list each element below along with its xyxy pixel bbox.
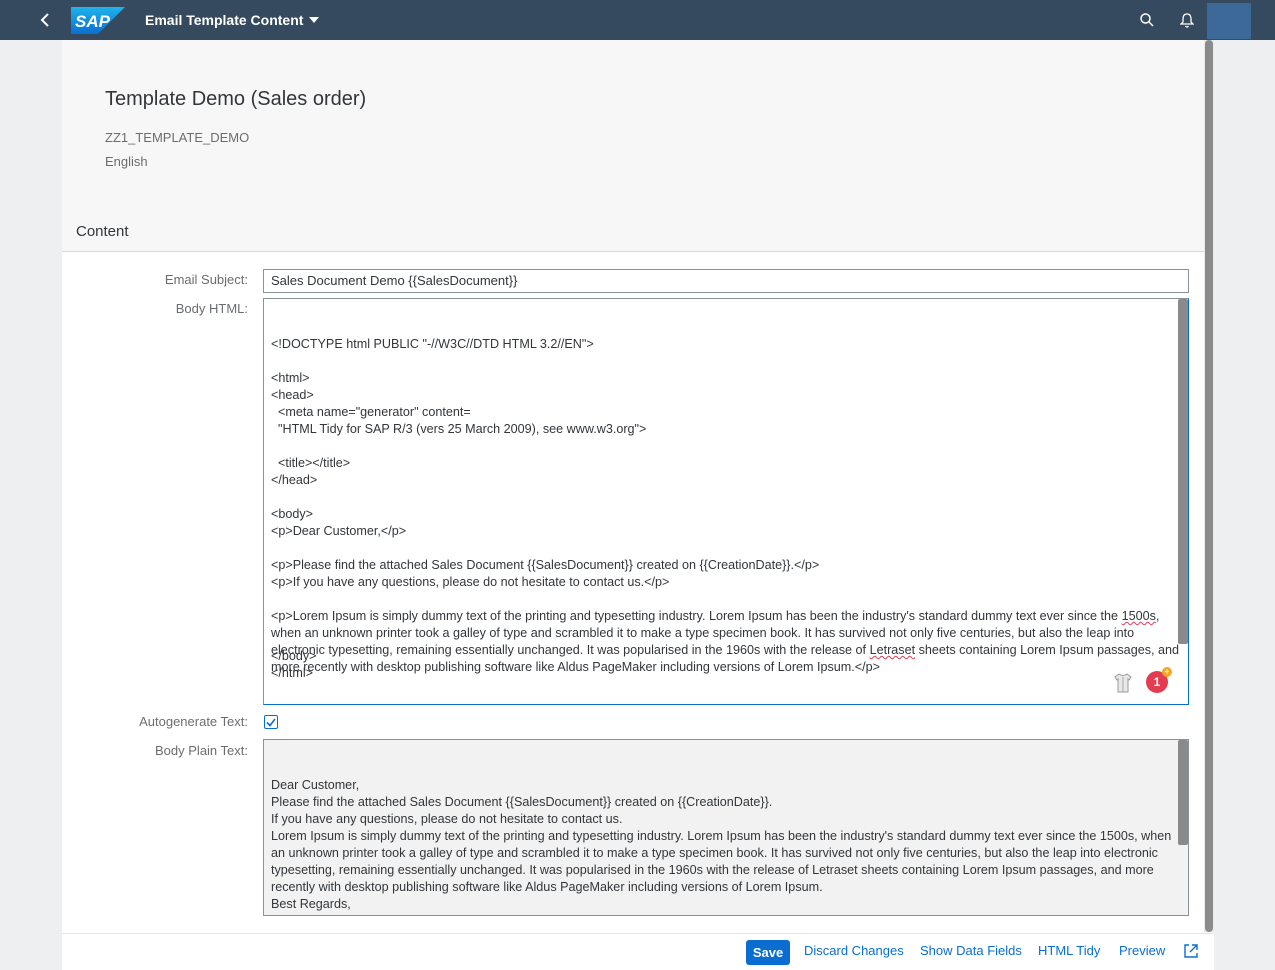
svg-text:SAP: SAP — [75, 12, 111, 31]
body-plain-line: If you have any questions, please do not… — [271, 812, 623, 826]
body-plain-line: an unknown printer took a galley of type… — [271, 846, 1158, 860]
back-button[interactable] — [25, 0, 65, 40]
body-html-label: Body HTML: — [175, 301, 248, 316]
plus-icon: + — [1162, 667, 1172, 677]
show-data-fields-button[interactable]: Show Data Fields — [920, 943, 1022, 958]
caret-down-icon — [309, 17, 320, 23]
body-plain-line: Please find the attached Sales Document … — [271, 795, 773, 809]
app-title-menu[interactable]: Email Template Content — [145, 12, 320, 28]
chevron-left-icon — [40, 13, 49, 27]
save-button[interactable]: Save — [746, 940, 790, 965]
open-in-new-window-icon[interactable] — [1183, 943, 1199, 959]
page-title: Template Demo (Sales order) — [105, 88, 367, 110]
body-html-line: <p>Dear Customer,</p> — [271, 524, 407, 538]
body-plain-text: Dear Customer, Please find the attached S… — [271, 777, 1172, 915]
body-html-line — [271, 489, 1164, 506]
autogenerate-label: Autogenerate Text: — [139, 714, 248, 729]
body-html-line: <meta name="generator" content= — [271, 405, 471, 419]
body-plain-line: Lorem Ipsum is simply dummy text of the … — [271, 829, 1172, 843]
body-html-line — [271, 591, 1164, 608]
body-plain-line: Dear Customer, — [271, 778, 360, 792]
sap-logo[interactable]: SAP — [71, 6, 125, 34]
template-language: English — [105, 154, 148, 169]
spellcheck-word: 1500s — [1121, 609, 1156, 623]
body-plain-label: Body Plain Text: — [155, 743, 248, 758]
body-html-line: <title></title> — [271, 456, 351, 470]
shirt-icon[interactable] — [1114, 673, 1132, 693]
user-avatar[interactable] — [1207, 3, 1251, 39]
body-html-line: <body> — [271, 507, 314, 521]
body-html-line: "HTML Tidy for SAP R/3 (vers 25 March 20… — [271, 422, 647, 436]
body-html-editor[interactable]: <!DOCTYPE html PUBLIC "-//W3C//DTD HTML … — [263, 298, 1189, 705]
checkmark-icon — [266, 718, 276, 727]
search-button[interactable] — [1127, 0, 1167, 40]
preview-button[interactable]: Preview — [1119, 943, 1165, 958]
template-id: ZZ1_TEMPLATE_DEMO — [105, 130, 250, 145]
body-plain-line: typesetting, remaining essentially uncha… — [271, 863, 1154, 877]
footer-toolbar: Save Discard Changes Show Data Fields HT… — [62, 933, 1214, 970]
html-tidy-button[interactable]: HTML Tidy — [1038, 943, 1100, 958]
search-icon — [1140, 13, 1154, 27]
body-html-line: when an unknown printer took a galley of… — [271, 626, 1135, 640]
discard-changes-button[interactable]: Discard Changes — [804, 943, 904, 958]
body-plain-line: Best Regards, — [271, 897, 351, 911]
body-html-line: <!DOCTYPE html PUBLIC "-//W3C//DTD HTML … — [271, 337, 594, 351]
body-plain-line: recently with desktop publishing softwar… — [271, 880, 823, 894]
body-plain-line: {{_SalesOrganization._CompanyCode.Compan… — [271, 913, 1164, 915]
body-html-line: <p>Lorem Ipsum is simply dummy text of t… — [271, 609, 1160, 623]
body-html-scrollbar[interactable] — [1178, 299, 1188, 644]
body-html-line — [271, 353, 1164, 370]
body-html-text: <!DOCTYPE html PUBLIC "-//W3C//DTD HTML … — [271, 336, 1179, 676]
body-html-line: </head> — [271, 473, 318, 487]
app-title: Email Template Content — [145, 12, 304, 28]
bell-icon — [1180, 12, 1194, 28]
body-html-line: <p>If you have any questions, please do … — [271, 575, 670, 589]
body-html-line: <html> — [271, 371, 310, 385]
body-html-line: <p>Please find the attached Sales Docume… — [271, 558, 820, 572]
object-page: Template Demo (Sales order) ZZ1_TEMPLATE… — [62, 40, 1214, 970]
notifications-button[interactable] — [1167, 0, 1207, 40]
section-title: Content — [76, 223, 129, 240]
grammarly-badge[interactable]: 1 + — [1146, 667, 1172, 693]
body-html-line — [271, 540, 1164, 557]
page-scrollbar-thumb[interactable] — [1205, 40, 1213, 932]
body-html-line — [271, 438, 1164, 455]
email-subject-input[interactable]: Sales Document Demo {{SalesDocument}} — [263, 269, 1189, 293]
body-plain-textarea[interactable]: Dear Customer, Please find the attached S… — [263, 739, 1189, 916]
body-html-line: <head> — [271, 388, 314, 402]
body-html-tail: </body> </html> — [271, 649, 317, 680]
body-plain-scrollbar[interactable] — [1178, 740, 1188, 845]
page-scrollbar[interactable] — [1204, 40, 1214, 932]
email-subject-label: Email Subject: — [164, 272, 248, 287]
shell-bar: SAP Email Template Content — [0, 0, 1275, 40]
autogenerate-checkbox[interactable] — [264, 715, 278, 729]
